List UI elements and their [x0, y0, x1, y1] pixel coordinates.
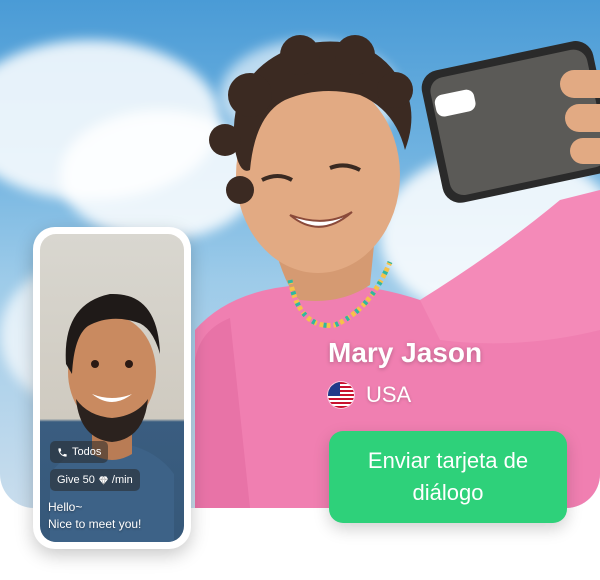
filter-chip[interactable]: Todos [50, 441, 109, 463]
phone-mockup: Todos Give 50 /min Hello~ Nice to meet y… [33, 227, 191, 549]
phone-icon [57, 447, 68, 458]
country-label: USA [366, 382, 412, 407]
send-dialog-card-button[interactable]: Enviar tarjeta de diálogo [329, 431, 567, 523]
chat-message-line: Hello~ [48, 500, 83, 514]
rate-chip: Give 50 /min [50, 469, 140, 491]
profile-name: Mary Jason [328, 337, 483, 368]
rate-prefix: Give 50 [57, 474, 95, 486]
video-call-screen: Todos Give 50 /min Hello~ Nice to meet y… [40, 234, 184, 542]
us-flag-icon [328, 382, 354, 408]
diamond-icon [98, 475, 109, 486]
rate-suffix: /min [111, 474, 133, 486]
filter-label: Todos [72, 446, 102, 458]
chat-message-line: Nice to meet you! [48, 517, 142, 531]
man-portrait [50, 293, 174, 542]
country-row: USA [328, 382, 411, 408]
